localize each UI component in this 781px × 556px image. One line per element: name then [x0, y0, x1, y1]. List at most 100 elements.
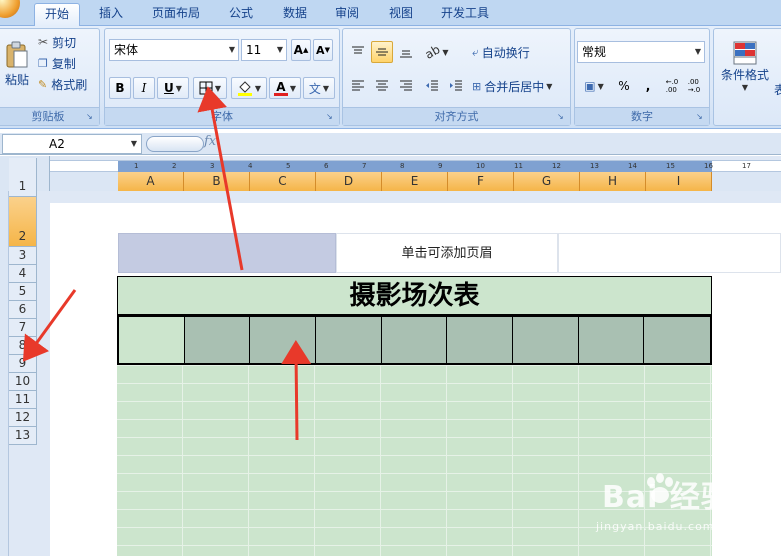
cell-e2[interactable] — [381, 317, 448, 363]
tab-home[interactable]: 开始 — [34, 3, 80, 26]
cell-b2[interactable] — [184, 317, 251, 363]
ribbon: 粘贴 ✂ 剪切 ❐ 复制 ✎ 格式刷 剪贴板 ↘ 宋体 ▼ 11 ▼ A ▲ A ▼ — [0, 26, 781, 129]
accounting-format-button[interactable]: ▣ ▼ — [577, 75, 611, 97]
ribbon-tab-bar: 开始 插入 页面布局 公式 数据 审阅 视图 开发工具 — [0, 0, 781, 26]
italic-button[interactable]: I — [133, 77, 155, 99]
conditional-format-button[interactable]: 条件格式 ▼ — [716, 33, 774, 99]
orientation-button[interactable]: ab ▼ — [421, 41, 453, 63]
column-header-f[interactable]: F — [448, 172, 514, 191]
format-as-table-label[interactable]: 表 — [774, 81, 781, 98]
ruler-tick-label: 14 — [628, 162, 637, 170]
row-header-5[interactable]: 5 — [9, 283, 37, 301]
row-header-4[interactable]: 4 — [9, 265, 37, 283]
insert-function-button[interactable]: fx — [204, 134, 216, 149]
column-header-g[interactable]: G — [514, 172, 580, 191]
dialog-launcher-icon[interactable]: ↘ — [86, 112, 96, 122]
bold-button[interactable]: B — [109, 77, 131, 99]
row-header-11[interactable]: 11 — [9, 391, 37, 409]
grow-font-button[interactable]: A ▲ — [291, 39, 311, 61]
align-middle-icon — [376, 48, 388, 56]
align-bottom-button[interactable] — [395, 41, 417, 63]
align-left-button[interactable] — [347, 75, 369, 97]
comma-button[interactable]: , — [637, 75, 659, 97]
ruler-tick-label: 3 — [210, 162, 215, 170]
cut-button[interactable]: ✂ 剪切 — [37, 33, 95, 51]
cell-d2[interactable] — [316, 317, 382, 363]
column-header-b[interactable]: B — [184, 172, 250, 191]
ruler-tick-label: 2 — [172, 162, 177, 170]
office-button[interactable] — [0, 0, 20, 18]
phonetic-button[interactable]: 文 ▼ — [303, 77, 335, 99]
sheet-title-cell[interactable]: 摄影场次表 — [117, 276, 712, 315]
align-top-button[interactable] — [347, 41, 369, 63]
align-center-icon — [376, 80, 388, 91]
row-header-7[interactable]: 7 — [9, 319, 37, 337]
row-header-3[interactable]: 3 — [9, 247, 37, 265]
tab-review[interactable]: 审阅 — [326, 3, 368, 26]
tab-insert[interactable]: 插入 — [90, 3, 132, 26]
dialog-launcher-icon[interactable]: ↘ — [557, 112, 567, 122]
font-color-button[interactable]: A ▼ — [269, 77, 301, 99]
tab-developer[interactable]: 开发工具 — [432, 3, 498, 26]
ruler-printable-area — [118, 161, 712, 172]
paint-bucket-icon — [237, 81, 252, 96]
underline-button[interactable]: U ▼ — [157, 77, 189, 99]
dialog-launcher-icon[interactable]: ↘ — [696, 112, 706, 122]
row-header-13[interactable]: 13 — [9, 427, 37, 445]
font-name-dropdown[interactable]: 宋体 ▼ — [109, 39, 239, 61]
column-header-e[interactable]: E — [382, 172, 448, 191]
align-right-button[interactable] — [395, 75, 417, 97]
column-header-i[interactable]: I — [646, 172, 712, 191]
header-right-section[interactable] — [558, 233, 781, 273]
dialog-launcher-icon[interactable]: ↘ — [326, 112, 336, 122]
merge-center-button[interactable]: ⊞ 合并后居中 ▼ — [471, 75, 567, 97]
increase-indent-button[interactable] — [445, 75, 467, 97]
copy-label: 复制 — [51, 56, 76, 71]
decrease-decimal-button[interactable]: .00 →.0 — [683, 75, 705, 97]
cell-a2[interactable] — [119, 317, 185, 363]
borders-button[interactable]: ▼ — [193, 77, 227, 99]
tab-formulas[interactable]: 公式 — [220, 3, 262, 26]
tab-view[interactable]: 视图 — [380, 3, 422, 26]
wrap-text-icon: ⤶ — [472, 44, 479, 59]
column-header-c[interactable]: C — [250, 172, 316, 191]
format-painter-button[interactable]: ✎ 格式刷 — [37, 75, 95, 93]
header-center-section[interactable]: 单击可添加页眉 — [336, 233, 558, 273]
cell-h2[interactable] — [578, 317, 645, 363]
row-header-8[interactable]: 8 — [9, 337, 37, 355]
name-box-splitter[interactable] — [146, 136, 204, 152]
column-header-h[interactable]: H — [580, 172, 646, 191]
cell-c2[interactable] — [250, 317, 317, 363]
row-header-12[interactable]: 12 — [9, 409, 37, 427]
percent-button[interactable]: % — [613, 75, 635, 97]
tab-page-layout[interactable]: 页面布局 — [144, 3, 208, 26]
row-header-1[interactable]: 1 — [9, 158, 37, 197]
font-size-dropdown[interactable]: 11 ▼ — [241, 39, 287, 61]
cell-f2[interactable] — [447, 317, 514, 363]
row-header-2[interactable]: 2 — [9, 197, 37, 247]
copy-button[interactable]: ❐ 复制 — [37, 54, 95, 72]
align-center-button[interactable] — [371, 75, 393, 97]
shrink-font-button[interactable]: A ▼ — [313, 39, 333, 61]
paste-button[interactable]: 粘贴 — [1, 31, 33, 97]
header-left-section[interactable] — [118, 233, 336, 273]
number-format-dropdown[interactable]: 常规 ▼ — [577, 41, 705, 63]
cell-g2[interactable] — [513, 317, 579, 363]
decrease-indent-button[interactable] — [421, 75, 443, 97]
increase-decimal-button[interactable]: ←.0.00 — [661, 75, 683, 97]
number-group-label: 数字 — [575, 107, 709, 125]
ruler-tick-label: 5 — [286, 162, 291, 170]
wrap-text-button[interactable]: ⤶ 自动换行 — [471, 41, 567, 63]
row-header-9[interactable]: 9 — [9, 355, 37, 373]
tab-data[interactable]: 数据 — [274, 3, 316, 26]
cell-i2[interactable] — [644, 317, 711, 363]
column-header-d[interactable]: D — [316, 172, 382, 191]
fill-color-button[interactable]: ▼ — [231, 77, 267, 99]
selected-row-2[interactable] — [117, 315, 712, 365]
wrap-text-label: 自动换行 — [481, 45, 530, 60]
column-header-a[interactable]: A — [118, 172, 184, 191]
row-header-10[interactable]: 10 — [9, 373, 37, 391]
align-middle-button[interactable] — [371, 41, 393, 63]
ruler-tick-label: 17 — [742, 162, 751, 170]
row-header-6[interactable]: 6 — [9, 301, 37, 319]
